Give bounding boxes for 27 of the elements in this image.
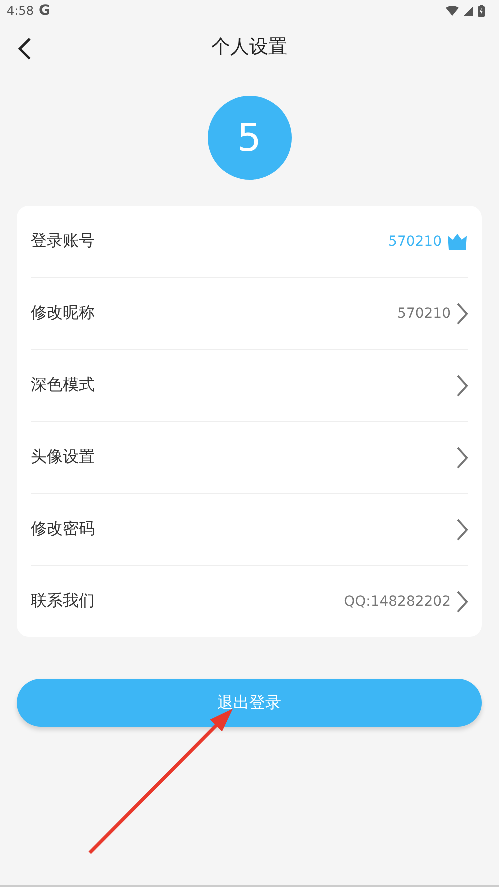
chevron-icon: [456, 446, 468, 468]
google-icon: G: [38, 3, 50, 19]
row-label: 修改密码: [31, 519, 95, 540]
row-label: 联系我们: [31, 591, 95, 612]
row-label: 深色模式: [31, 375, 95, 396]
row-label: 登录账号: [31, 231, 95, 252]
chevron-icon: [456, 302, 468, 324]
settings-row[interactable]: 联系我们 QQ:148282202: [31, 566, 468, 637]
settings-row[interactable]: 深色模式: [31, 350, 468, 422]
chevron-icon: [456, 374, 468, 396]
signal-icon: [464, 6, 473, 16]
battery-icon: [478, 5, 485, 17]
row-value: QQ:148282202: [344, 594, 451, 610]
settings-row[interactable]: 登录账号 570210: [31, 206, 468, 278]
settings-row[interactable]: 头像设置: [31, 422, 468, 494]
page-title: 个人设置: [212, 35, 288, 60]
crown-icon: [447, 233, 468, 250]
chevron-icon: [456, 590, 468, 612]
row-value: 570210: [398, 306, 451, 322]
row-label: 头像设置: [31, 447, 95, 468]
row-value: 570210: [388, 234, 442, 250]
chevron-icon: [456, 518, 468, 540]
settings-row[interactable]: 修改昵称 570210: [31, 278, 468, 350]
settings-row[interactable]: 修改密码: [31, 494, 468, 566]
wifi-icon: [446, 6, 459, 16]
status-time: 4:58: [7, 4, 34, 18]
row-label: 修改昵称: [31, 303, 95, 324]
